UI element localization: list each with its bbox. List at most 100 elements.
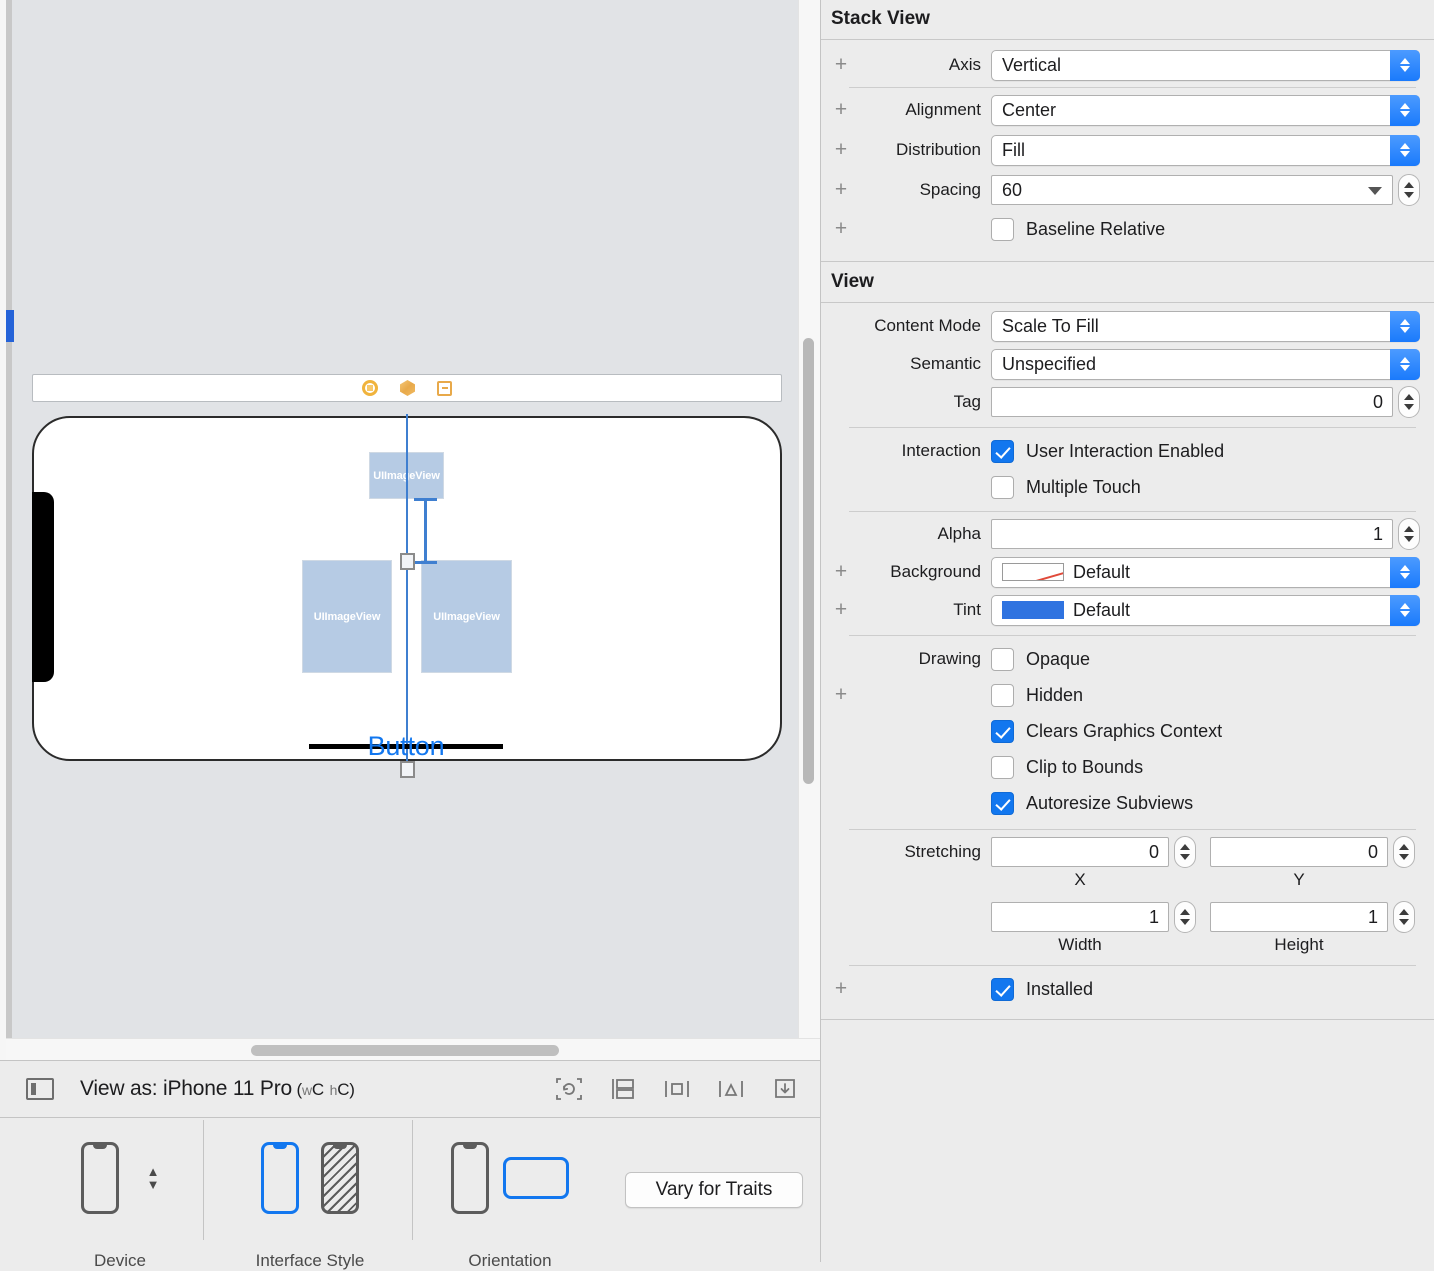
- align-icon[interactable]: [662, 1076, 692, 1102]
- device-phone-icon[interactable]: [80, 1142, 119, 1214]
- alignment-select[interactable]: Center: [991, 94, 1420, 126]
- alpha-stepper[interactable]: [1398, 518, 1420, 550]
- uiimageview-right[interactable]: UIImageView: [421, 560, 512, 673]
- add-variation-icon[interactable]: +: [831, 561, 851, 582]
- clears-graphics-context-label: Clears Graphics Context: [1026, 720, 1223, 741]
- multiple-touch-row: + Multiple Touch: [821, 469, 1434, 505]
- tint-color-swatch: [1002, 601, 1064, 619]
- installed-checkbox[interactable]: [991, 977, 1014, 1001]
- opaque-checkbox[interactable]: [991, 647, 1014, 671]
- canvas-horizontal-scrollbar-thumb[interactable]: [251, 1045, 559, 1056]
- canvas-pane[interactable]: UIImageView UIImageView UIImageView Butt…: [0, 0, 820, 1060]
- spacing-stepper[interactable]: [1398, 174, 1420, 206]
- stretching-xy-row: + Stretching 0 0: [821, 835, 1434, 869]
- resolve-auto-layout-issues-icon[interactable]: [770, 1076, 800, 1102]
- stretching-width-input[interactable]: 1: [991, 902, 1169, 932]
- content-mode-select[interactable]: Scale To Fill: [991, 310, 1420, 342]
- stretching-y-stepper[interactable]: [1393, 836, 1415, 868]
- canvas-vertical-scrollbar-thumb[interactable]: [803, 338, 814, 784]
- add-variation-icon[interactable]: +: [831, 599, 851, 620]
- multiple-touch-checkbox[interactable]: [991, 475, 1014, 499]
- clip-to-bounds-checkbox[interactable]: [991, 755, 1014, 779]
- stretching-width-sublabel: Width: [1058, 935, 1102, 954]
- attributes-inspector: Stack View + Axis Vertical + Alignment C…: [820, 0, 1434, 1262]
- alignment-value: Center: [1002, 99, 1057, 120]
- orientation-landscape-icon[interactable]: [503, 1157, 569, 1199]
- stepper-arrows-icon[interactable]: [1390, 310, 1420, 342]
- selection-handle[interactable]: [400, 761, 415, 778]
- tag-input[interactable]: 0: [991, 387, 1393, 417]
- semantic-row: + Semantic Unspecified: [821, 347, 1434, 381]
- add-new-constraints-icon[interactable]: [716, 1076, 746, 1102]
- sidebar-toggle-icon[interactable]: [26, 1078, 54, 1100]
- stepper-arrows-icon[interactable]: [1390, 556, 1420, 588]
- view-controller-icon[interactable]: [362, 380, 378, 396]
- view-as-label[interactable]: View as: iPhone 11 Pro (wC hC): [80, 1077, 355, 1101]
- add-variation-icon[interactable]: +: [831, 99, 851, 120]
- stepper-arrows-icon[interactable]: [1390, 594, 1420, 626]
- stretching-height-input[interactable]: 1: [1210, 902, 1388, 932]
- stretching-x-input[interactable]: 0: [991, 837, 1169, 867]
- stepper-arrows-icon[interactable]: [1390, 94, 1420, 126]
- update-frames-icon[interactable]: [554, 1076, 584, 1102]
- scene-dock[interactable]: [32, 374, 782, 402]
- canvas-vertical-scrollbar-track[interactable]: [798, 0, 820, 1060]
- background-color-select[interactable]: Default: [991, 556, 1420, 588]
- add-variation-icon[interactable]: +: [831, 978, 851, 999]
- uiimageview-left[interactable]: UIImageView: [302, 560, 392, 673]
- hidden-checkbox[interactable]: [991, 683, 1014, 707]
- selection-handle[interactable]: [400, 553, 415, 570]
- axis-label: Axis: [948, 55, 981, 74]
- add-variation-icon[interactable]: +: [831, 179, 851, 200]
- spacing-value: 60: [1002, 179, 1023, 200]
- distribution-select[interactable]: Fill: [991, 134, 1420, 166]
- alpha-input[interactable]: 1: [991, 519, 1393, 549]
- vary-for-traits-button[interactable]: Vary for Traits: [625, 1172, 803, 1208]
- axis-select[interactable]: Vertical: [991, 49, 1420, 81]
- tint-color-select[interactable]: Default: [991, 594, 1420, 626]
- clears-graphics-context-checkbox[interactable]: [991, 719, 1014, 743]
- stretching-wh-row: + 1 1: [821, 900, 1434, 934]
- orientation-portrait-icon[interactable]: [451, 1142, 489, 1214]
- embed-in-stack-icon[interactable]: [608, 1076, 638, 1102]
- user-interaction-enabled-checkbox[interactable]: [991, 439, 1014, 463]
- stepper-arrows-icon[interactable]: [1390, 134, 1420, 166]
- add-variation-icon[interactable]: +: [831, 218, 851, 239]
- canvas-horizontal-scrollbar-track[interactable]: [6, 1038, 820, 1060]
- alignment-label: Alignment: [905, 100, 981, 119]
- interface-style-light-icon[interactable]: [261, 1142, 299, 1214]
- add-variation-icon[interactable]: +: [831, 54, 851, 75]
- stretching-height-stepper[interactable]: [1393, 901, 1415, 933]
- semantic-select[interactable]: Unspecified: [991, 348, 1420, 380]
- spacing-constraint-indicator[interactable]: [414, 498, 437, 564]
- add-variation-icon[interactable]: +: [831, 684, 851, 705]
- tag-stepper[interactable]: [1398, 386, 1420, 418]
- device-stepper[interactable]: ▲ ▼: [146, 1163, 160, 1191]
- axis-value: Vertical: [1002, 54, 1062, 75]
- canvas-button[interactable]: Button: [309, 731, 503, 761]
- stepper-arrows-icon[interactable]: [1390, 49, 1420, 81]
- interface-style-dark-icon[interactable]: [321, 1142, 359, 1214]
- autoresize-subviews-row: + Autoresize Subviews: [821, 785, 1434, 821]
- divider: [849, 87, 1416, 88]
- chevron-up-icon: ▲: [146, 1163, 160, 1179]
- spacing-label: Spacing: [919, 180, 981, 199]
- first-responder-icon[interactable]: [400, 380, 415, 396]
- chevron-down-icon[interactable]: [1368, 187, 1382, 195]
- view-section-title: View: [831, 271, 874, 292]
- exit-icon[interactable]: [437, 380, 452, 396]
- divider: [849, 635, 1416, 636]
- distribution-row: + Distribution Fill: [821, 133, 1434, 167]
- baseline-relative-checkbox[interactable]: [991, 217, 1014, 241]
- stretching-y-input[interactable]: 0: [1210, 837, 1388, 867]
- stretching-x-stepper[interactable]: [1174, 836, 1196, 868]
- spacing-input[interactable]: 60: [991, 175, 1393, 205]
- autolayout-toolbar: [554, 1076, 800, 1102]
- divider: [849, 427, 1416, 428]
- stepper-arrows-icon[interactable]: [1390, 348, 1420, 380]
- stretching-width-stepper[interactable]: [1174, 901, 1196, 933]
- autoresize-subviews-checkbox[interactable]: [991, 791, 1014, 815]
- stretching-x-value: 0: [1148, 841, 1159, 862]
- add-variation-icon[interactable]: +: [831, 139, 851, 160]
- installed-label: Installed: [1026, 978, 1094, 999]
